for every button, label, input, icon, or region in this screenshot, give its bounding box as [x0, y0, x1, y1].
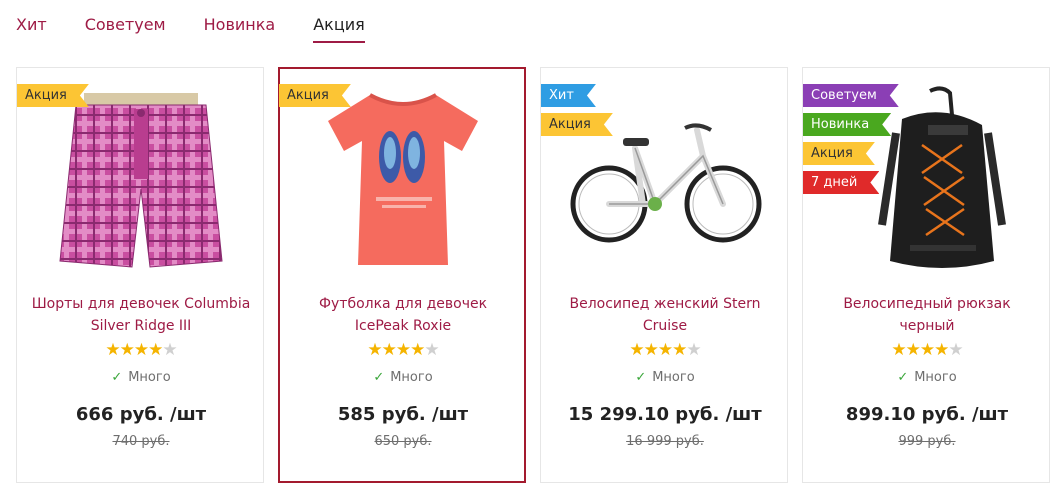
stock-status: ✓ Много — [279, 368, 527, 388]
product-grid: Акция Шорты для девочек Columbia Silver … — [16, 67, 1050, 483]
star-icon: ★ — [395, 340, 411, 360]
price: 666 руб. /шт — [75, 404, 207, 425]
stock-label: Много — [128, 370, 171, 385]
category-tabs: Хит Советуем Новинка Акция — [16, 14, 365, 44]
star-icon: ★ — [672, 340, 687, 360]
star-empty-icon: ★ — [948, 340, 963, 360]
star-icon: ★ — [891, 340, 906, 360]
product-image[interactable] — [299, 80, 507, 280]
hit-badge: Хит — [541, 84, 596, 107]
star-empty-icon: ★ — [424, 340, 439, 360]
star-empty-icon: ★ — [162, 340, 177, 360]
rating-stars: ★★★★★ — [803, 340, 1051, 360]
product-name[interactable]: Велосипедный рюкзак черный — [815, 293, 1039, 337]
product-card[interactable]: Хит Акция Велосипед женский Stern Cruise — [540, 67, 788, 483]
star-icon: ★ — [133, 340, 149, 360]
badge-list: Акция — [17, 84, 89, 107]
stock-label: Много — [914, 370, 957, 385]
old-price: 740 руб. — [112, 434, 170, 449]
star-icon: ★ — [105, 340, 120, 360]
new-badge: Новинка — [803, 113, 891, 136]
star-icon: ★ — [148, 340, 163, 360]
product-name[interactable]: Велосипед женский Stern Cruise — [553, 293, 777, 337]
product-card[interactable]: Акция Шорты для девочек Columbia Silver … — [16, 67, 264, 483]
stock-label: Много — [652, 370, 695, 385]
days-badge: 7 дней — [803, 171, 879, 194]
badge-list: Хит Акция — [541, 84, 613, 136]
star-icon: ★ — [934, 340, 949, 360]
star-icon: ★ — [643, 340, 659, 360]
old-price: 16 999 руб. — [626, 434, 704, 449]
star-icon: ★ — [629, 340, 644, 360]
sale-badge: Акция — [17, 84, 89, 107]
tab-sale[interactable]: Акция — [313, 14, 365, 44]
price: 585 руб. /шт — [337, 404, 469, 425]
star-icon: ★ — [119, 340, 135, 360]
tab-recommended[interactable]: Советуем — [85, 14, 166, 44]
price: 899.10 руб. /шт — [845, 404, 1009, 425]
product-image[interactable] — [37, 80, 245, 280]
check-icon: ✓ — [111, 370, 123, 385]
star-empty-icon: ★ — [686, 340, 701, 360]
star-icon: ★ — [905, 340, 921, 360]
check-icon: ✓ — [897, 370, 909, 385]
sale-badge: Акция — [803, 142, 875, 165]
price: 15 299.10 руб. /шт — [568, 404, 762, 425]
old-price: 999 руб. — [898, 434, 956, 449]
rating-stars: ★★★★★ — [17, 340, 265, 360]
sale-badge: Акция — [279, 84, 351, 107]
tab-hit[interactable]: Хит — [16, 14, 47, 44]
star-icon: ★ — [919, 340, 935, 360]
star-icon: ★ — [367, 340, 382, 360]
product-card[interactable]: Акция Футболка для девочек IcePeak Roxie… — [278, 67, 526, 483]
coral-tshirt-image — [328, 93, 478, 265]
check-icon: ✓ — [373, 370, 385, 385]
star-icon: ★ — [410, 340, 425, 360]
old-price: 650 руб. — [374, 434, 432, 449]
rating-stars: ★★★★★ — [279, 340, 527, 360]
tab-new[interactable]: Новинка — [204, 14, 276, 44]
check-icon: ✓ — [635, 370, 647, 385]
star-icon: ★ — [657, 340, 673, 360]
rating-stars: ★★★★★ — [541, 340, 789, 360]
stock-status: ✓ Много — [17, 368, 265, 388]
product-name[interactable]: Шорты для девочек Columbia Silver Ridge … — [29, 293, 253, 337]
plaid-shorts-image — [59, 93, 223, 268]
sale-badge: Акция — [541, 113, 613, 136]
stock-status: ✓ Много — [541, 368, 789, 388]
stock-label: Много — [390, 370, 433, 385]
stock-status: ✓ Много — [803, 368, 1051, 388]
recommended-badge: Советуем — [803, 84, 899, 107]
product-name[interactable]: Футболка для девочек IcePeak Roxie — [291, 293, 515, 337]
product-card[interactable]: Советуем Новинка Акция 7 дней Велосипедн… — [802, 67, 1050, 483]
star-icon: ★ — [381, 340, 397, 360]
badge-list: Акция — [279, 84, 351, 107]
badge-list: Советуем Новинка Акция 7 дней — [803, 84, 899, 194]
